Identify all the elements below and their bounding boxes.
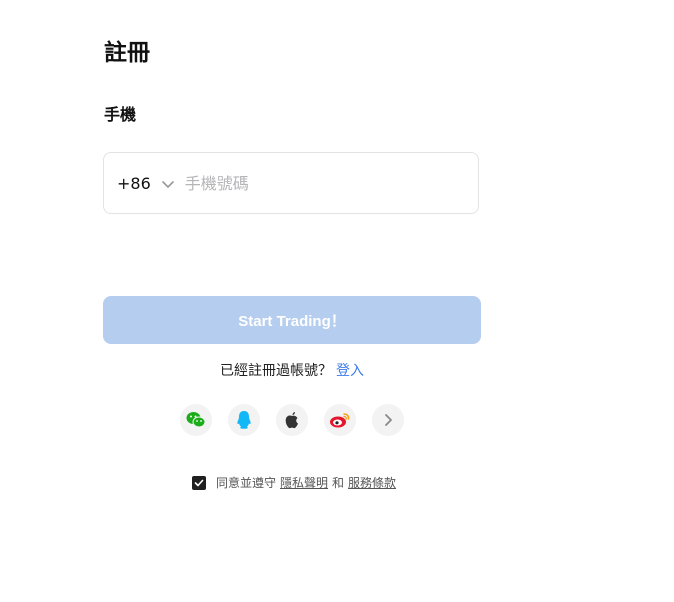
- wechat-icon: [186, 412, 206, 428]
- phone-field: +86: [103, 152, 479, 214]
- social-login-list: [180, 404, 404, 436]
- register-page: 註冊 手機 +86 Start Trading！ 已經註冊過帳號？登入: [0, 0, 674, 602]
- weibo-icon: [330, 413, 350, 428]
- qq-login-button[interactable]: [228, 404, 260, 436]
- agreement-and: 和: [332, 476, 345, 490]
- qq-icon: [237, 411, 251, 429]
- chevron-down-icon: [161, 176, 175, 190]
- more-login-options-button[interactable]: [372, 404, 404, 436]
- apple-icon: [285, 412, 298, 429]
- agreement-prefix: 同意並遵守: [216, 476, 277, 490]
- login-prompt-row: 已經註冊過帳號？ 登入: [0, 361, 584, 381]
- tab-phone-label: 手機: [104, 105, 137, 124]
- chevron-right-icon: [385, 414, 392, 426]
- country-code-value: +86: [117, 173, 151, 193]
- privacy-link[interactable]: 隱私聲明: [280, 474, 328, 492]
- login-link[interactable]: 登入: [336, 363, 364, 379]
- agreement-row: 同意並遵守 隱私聲明 和 服務條款: [192, 474, 396, 492]
- tab-phone[interactable]: 手機: [104, 104, 136, 126]
- phone-number-input[interactable]: [182, 172, 457, 194]
- start-trading-button[interactable]: Start Trading！: [103, 296, 481, 344]
- check-icon: [194, 479, 204, 487]
- terms-link[interactable]: 服務條款: [348, 474, 396, 492]
- login-prompt-text: 已經註冊過帳號？: [220, 363, 332, 379]
- wechat-login-button[interactable]: [180, 404, 212, 436]
- country-code-select[interactable]: +86: [117, 174, 175, 193]
- agreement-checkbox[interactable]: [192, 476, 206, 490]
- weibo-login-button[interactable]: [324, 404, 356, 436]
- page-title: 註冊: [104, 40, 150, 66]
- apple-login-button[interactable]: [276, 404, 308, 436]
